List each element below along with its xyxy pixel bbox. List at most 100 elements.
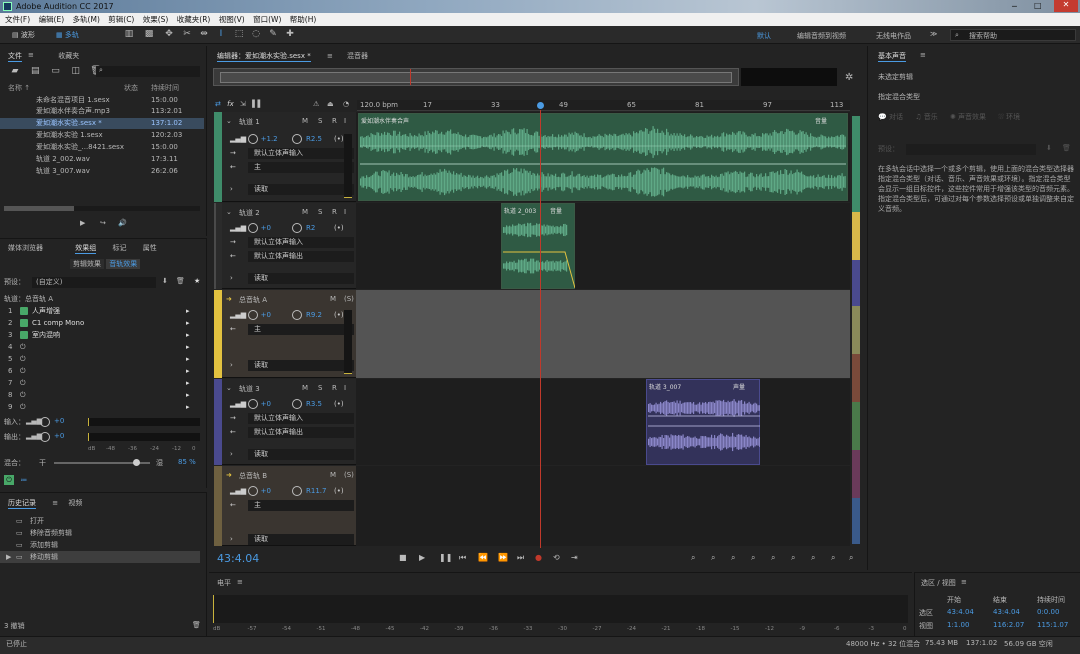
preset-dropdown[interactable]: (自定义) [32, 277, 156, 288]
mute-button[interactable]: M [302, 384, 308, 392]
meter-icon[interactable]: ▌▌ [252, 100, 263, 108]
overview-bar[interactable] [213, 68, 739, 86]
zoom-in-time-icon[interactable]: ⌕ [731, 553, 735, 563]
expand-arrow-icon[interactable]: ▸ [186, 401, 190, 413]
tab-history[interactable]: 历史记录 [8, 498, 36, 509]
expand-arrow-icon[interactable]: ▸ [186, 329, 190, 341]
ambience-button[interactable]: ⛆ 环境 [998, 113, 1020, 121]
output-gain-value[interactable]: +0 [54, 432, 64, 440]
menu-multitrack[interactable]: 多轨(M) [73, 13, 100, 26]
volume-knob[interactable] [248, 134, 259, 144]
effect-slot[interactable]: 7 ⏻ ▸ [8, 377, 192, 389]
input-gain-value[interactable]: +0 [54, 417, 64, 425]
workspace-default[interactable]: 默认 [757, 31, 771, 41]
loop-playback-icon[interactable]: ⟲ [553, 553, 560, 562]
view-end[interactable]: 116:2.07 [993, 621, 1024, 629]
volume-knob[interactable] [248, 399, 259, 409]
output-dropdown[interactable]: 主 [248, 324, 354, 335]
pause-icon[interactable]: ❚❚ [439, 553, 452, 562]
expand-arrow-icon[interactable]: ▸ [186, 365, 190, 377]
view-duration[interactable]: 115:1.07 [1037, 621, 1068, 629]
save-preset-icon[interactable]: ⬇ [162, 277, 168, 285]
loop-icon[interactable]: 🔊 [118, 219, 127, 227]
power-icon[interactable]: ⏻ [20, 377, 26, 389]
monitor-input-button[interactable]: I [344, 117, 346, 125]
zoom-out-amplitude-icon[interactable]: ⌕ [711, 553, 715, 563]
menu-window[interactable]: 窗口(W) [253, 13, 281, 26]
track-name[interactable]: 总音轨 A [239, 295, 267, 305]
files-hscrollbar[interactable] [4, 206, 200, 211]
solo-button[interactable]: S [318, 208, 322, 216]
power-icon[interactable]: ⏻ [20, 401, 26, 413]
file-row[interactable]: 爱如潮水伴奏合声.mp3 113:2.01 [0, 106, 204, 117]
tab-properties[interactable]: 属性 [143, 243, 157, 253]
rack-power-icon[interactable]: ⏻ [4, 475, 14, 485]
file-search-field[interactable]: ⌕ [96, 66, 200, 77]
move-tool-icon[interactable]: ✥ [163, 29, 175, 41]
effect-slot[interactable]: 5 ⏻ ▸ [8, 353, 192, 365]
brush-tool-icon[interactable]: ✎ [267, 29, 279, 41]
dialogue-button[interactable]: 💬 对话 [878, 113, 903, 121]
input-dropdown[interactable]: 默认立体声输入 [248, 413, 354, 424]
output-dropdown[interactable]: 默认立体声输出 [248, 251, 354, 262]
mute-button[interactable]: M [330, 295, 336, 303]
output-dropdown[interactable]: 主 [248, 500, 354, 511]
automation-mode-dropdown[interactable]: 读取 [248, 184, 354, 195]
volume-knob[interactable] [248, 223, 259, 233]
playhead-handle[interactable] [537, 102, 544, 109]
track-lane[interactable] [356, 203, 850, 289]
pan-value[interactable]: R3.5 [306, 399, 322, 410]
menu-clip[interactable]: 剪辑(C) [108, 13, 134, 26]
time-selection-tool-icon[interactable]: I [215, 29, 227, 41]
marquee-tool-icon[interactable]: ⬚ [233, 29, 245, 41]
menu-favorites[interactable]: 收藏夹(R) [177, 13, 211, 26]
editor-menu-icon[interactable]: ≡ [327, 52, 333, 60]
input-gain-knob[interactable] [40, 417, 50, 427]
expand-arrow-icon[interactable]: ▸ [186, 305, 190, 317]
arm-record-button[interactable]: R [332, 384, 337, 392]
arm-record-button[interactable]: R [332, 208, 337, 216]
output-dropdown[interactable]: 主 [248, 162, 354, 173]
file-row[interactable]: 轨道 2_002.wav 17:3.11 [0, 154, 204, 165]
track-name[interactable]: 总音轨 B [239, 471, 267, 481]
zoom-in-point-icon[interactable]: ⌕ [811, 553, 815, 563]
new-file-icon[interactable]: ▭ [49, 66, 61, 78]
audio-clip[interactable]: 轨道 3_007 声量 [646, 379, 760, 465]
skip-selection-icon[interactable]: ⇥ [571, 553, 578, 562]
effect-slot[interactable]: 9 ⏻ ▸ [8, 401, 192, 413]
mute-button[interactable]: M [330, 471, 336, 479]
pan-knob[interactable] [292, 134, 302, 144]
close-button[interactable]: ✕ [1054, 0, 1078, 12]
history-item[interactable]: ▭ 添加剪辑 [16, 539, 58, 551]
solo-button[interactable]: S [318, 117, 322, 125]
mix-slider[interactable] [54, 459, 150, 466]
pan-value[interactable]: R9.2 [306, 310, 322, 321]
pan-value[interactable]: R11.7 [306, 486, 326, 497]
expand-arrow-icon[interactable]: ▸ [186, 377, 190, 389]
go-to-start-icon[interactable]: ⏮ [459, 553, 466, 563]
expand-arrow-icon[interactable]: ▸ [186, 341, 190, 353]
mute-button[interactable]: M [302, 208, 308, 216]
tab-mixer[interactable]: 混音器 [347, 51, 368, 61]
subtab-track-effects[interactable]: 音轨效果 [106, 259, 141, 269]
output-gain-knob[interactable] [40, 432, 50, 442]
pan-knob[interactable] [292, 399, 302, 409]
file-row[interactable]: 爱如潮水实验 1.sesx 120:2.03 [0, 130, 204, 141]
phase-icon[interactable]: (•) [334, 399, 344, 410]
power-icon[interactable]: ⏻ [20, 365, 26, 377]
tab-effects-rack[interactable]: 效果组 [75, 243, 97, 254]
menu-effects[interactable]: 效果(S) [143, 13, 169, 26]
power-icon[interactable] [20, 307, 28, 315]
effect-slot[interactable]: 1 人声增强 ▸ [8, 305, 192, 317]
automation-mode-dropdown[interactable]: 读取 [248, 360, 354, 371]
selection-end[interactable]: 43:4.04 [993, 608, 1020, 616]
subtab-clip-effects[interactable]: 剪辑效果 [70, 259, 104, 269]
minimize-button[interactable]: ─ [1012, 2, 1017, 11]
view-start[interactable]: 1:1.00 [947, 621, 969, 629]
phase-icon[interactable]: (•) [334, 310, 344, 321]
history-menu-icon[interactable]: ≡ [52, 499, 58, 507]
fast-forward-icon[interactable]: ⏩ [498, 553, 508, 562]
tab-markers[interactable]: 标记 [112, 243, 126, 253]
history-delete-icon[interactable]: 🗑 [192, 621, 201, 629]
file-row[interactable]: 轨道 3_007.wav 26:2.06 [0, 166, 204, 177]
